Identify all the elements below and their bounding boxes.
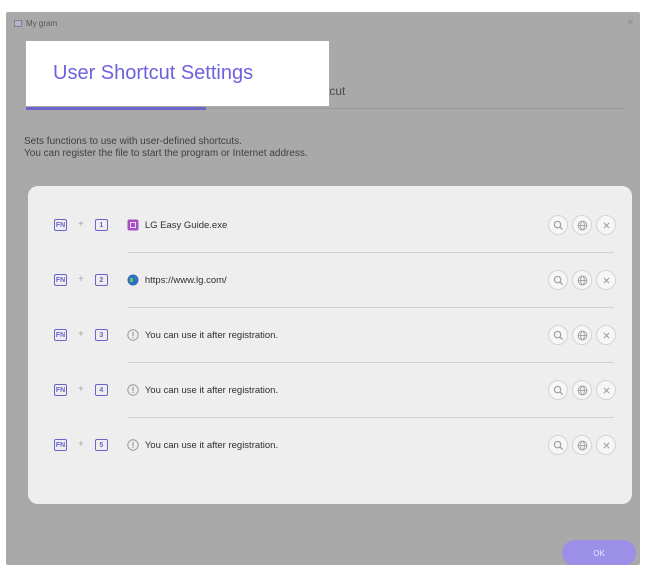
shortcut-row: FN +5 You can use it after registration. [50, 418, 616, 472]
description: Sets functions to use with user-defined … [24, 136, 308, 160]
shortcut-target-label: LG Easy Guide.exe [144, 219, 228, 231]
globe-icon [577, 275, 588, 286]
fn-key-badge: FN [54, 274, 67, 286]
web-address-button[interactable] [572, 215, 592, 235]
number-key-badge: 2 [94, 274, 108, 286]
row-actions [548, 325, 616, 345]
shortcut-target: You can use it after registration. [127, 439, 278, 451]
page-title: User Shortcut Settings [53, 62, 254, 84]
web-address-button[interactable] [572, 435, 592, 455]
fn-key-badge: FN [54, 219, 67, 231]
globe-icon [127, 274, 139, 286]
title-highlight-banner: User Shortcut Settings [26, 41, 329, 106]
row-actions [548, 435, 616, 455]
active-tab-indicator [26, 107, 206, 110]
browse-file-button[interactable] [548, 325, 568, 345]
browse-file-button[interactable] [548, 270, 568, 290]
shortcut-target: https://www.lg.com/ [127, 274, 227, 286]
window-title: My gram [26, 18, 58, 28]
app-icon [14, 19, 22, 27]
description-line-2: You can register the file to start the p… [24, 148, 308, 159]
globe-icon [577, 385, 588, 396]
web-address-button[interactable] [572, 270, 592, 290]
row-actions [548, 215, 616, 235]
plus-sign: + [78, 384, 84, 395]
window-close-button[interactable]: × [627, 15, 634, 29]
title-bar: My gram × [6, 12, 640, 34]
clear-shortcut-button[interactable] [596, 270, 616, 290]
web-address-button[interactable] [572, 325, 592, 345]
info-icon [127, 329, 139, 341]
search-icon [553, 385, 564, 396]
plus-sign: + [78, 439, 84, 450]
shortcut-row: FN +4 You can use it after registration. [50, 363, 616, 417]
globe-icon [577, 220, 588, 231]
clear-shortcut-button[interactable] [596, 215, 616, 235]
search-icon [553, 330, 564, 341]
description-line-1: Sets functions to use with user-defined … [24, 136, 242, 147]
info-icon [127, 439, 139, 451]
shortcut-row: FN +1 LG Easy Guide.exe [50, 198, 616, 252]
fn-key-badge: FN [54, 329, 67, 341]
plus-sign: + [78, 329, 84, 340]
shortcut-target-label: You can use it after registration. [144, 439, 279, 451]
search-icon [553, 275, 564, 286]
close-icon [602, 221, 611, 230]
clear-shortcut-button[interactable] [596, 380, 616, 400]
shortcut-target-label: You can use it after registration. [144, 384, 279, 396]
shortcut-target: You can use it after registration. [127, 329, 278, 341]
browse-file-button[interactable] [548, 435, 568, 455]
clear-shortcut-button[interactable] [596, 325, 616, 345]
globe-icon [577, 330, 588, 341]
plus-sign: + [78, 219, 84, 230]
shortcut-target: You can use it after registration. [127, 384, 278, 396]
browse-file-button[interactable] [548, 215, 568, 235]
browse-file-button[interactable] [548, 380, 568, 400]
shortcut-row: FN +3 You can use it after registration. [50, 308, 616, 362]
close-icon [602, 441, 611, 450]
fn-key-badge: FN [54, 384, 67, 396]
row-actions [548, 270, 616, 290]
web-address-button[interactable] [572, 380, 592, 400]
program-icon [127, 219, 139, 231]
plus-sign: + [78, 274, 84, 285]
globe-icon [577, 440, 588, 451]
close-icon [602, 276, 611, 285]
number-key-badge: 5 [94, 439, 108, 451]
shortcut-list-card: FN +1 LG Easy Guide.exe FN +2 https://www.lg.… [28, 186, 632, 504]
number-key-badge: 4 [94, 384, 108, 396]
ok-button[interactable]: OK [562, 540, 636, 565]
shortcut-target-label: You can use it after registration. [144, 329, 279, 341]
shortcut-row: FN +2 https://www.lg.com/ [50, 253, 616, 307]
close-icon [602, 386, 611, 395]
number-key-badge: 1 [94, 219, 108, 231]
search-icon [553, 220, 564, 231]
search-icon [553, 440, 564, 451]
info-icon [127, 384, 139, 396]
clear-shortcut-button[interactable] [596, 435, 616, 455]
number-key-badge: 3 [94, 329, 108, 341]
close-icon [602, 331, 611, 340]
row-actions [548, 380, 616, 400]
fn-key-badge: FN [54, 439, 67, 451]
shortcut-target: LG Easy Guide.exe [127, 219, 227, 231]
shortcut-target-label: https://www.lg.com/ [144, 274, 227, 286]
